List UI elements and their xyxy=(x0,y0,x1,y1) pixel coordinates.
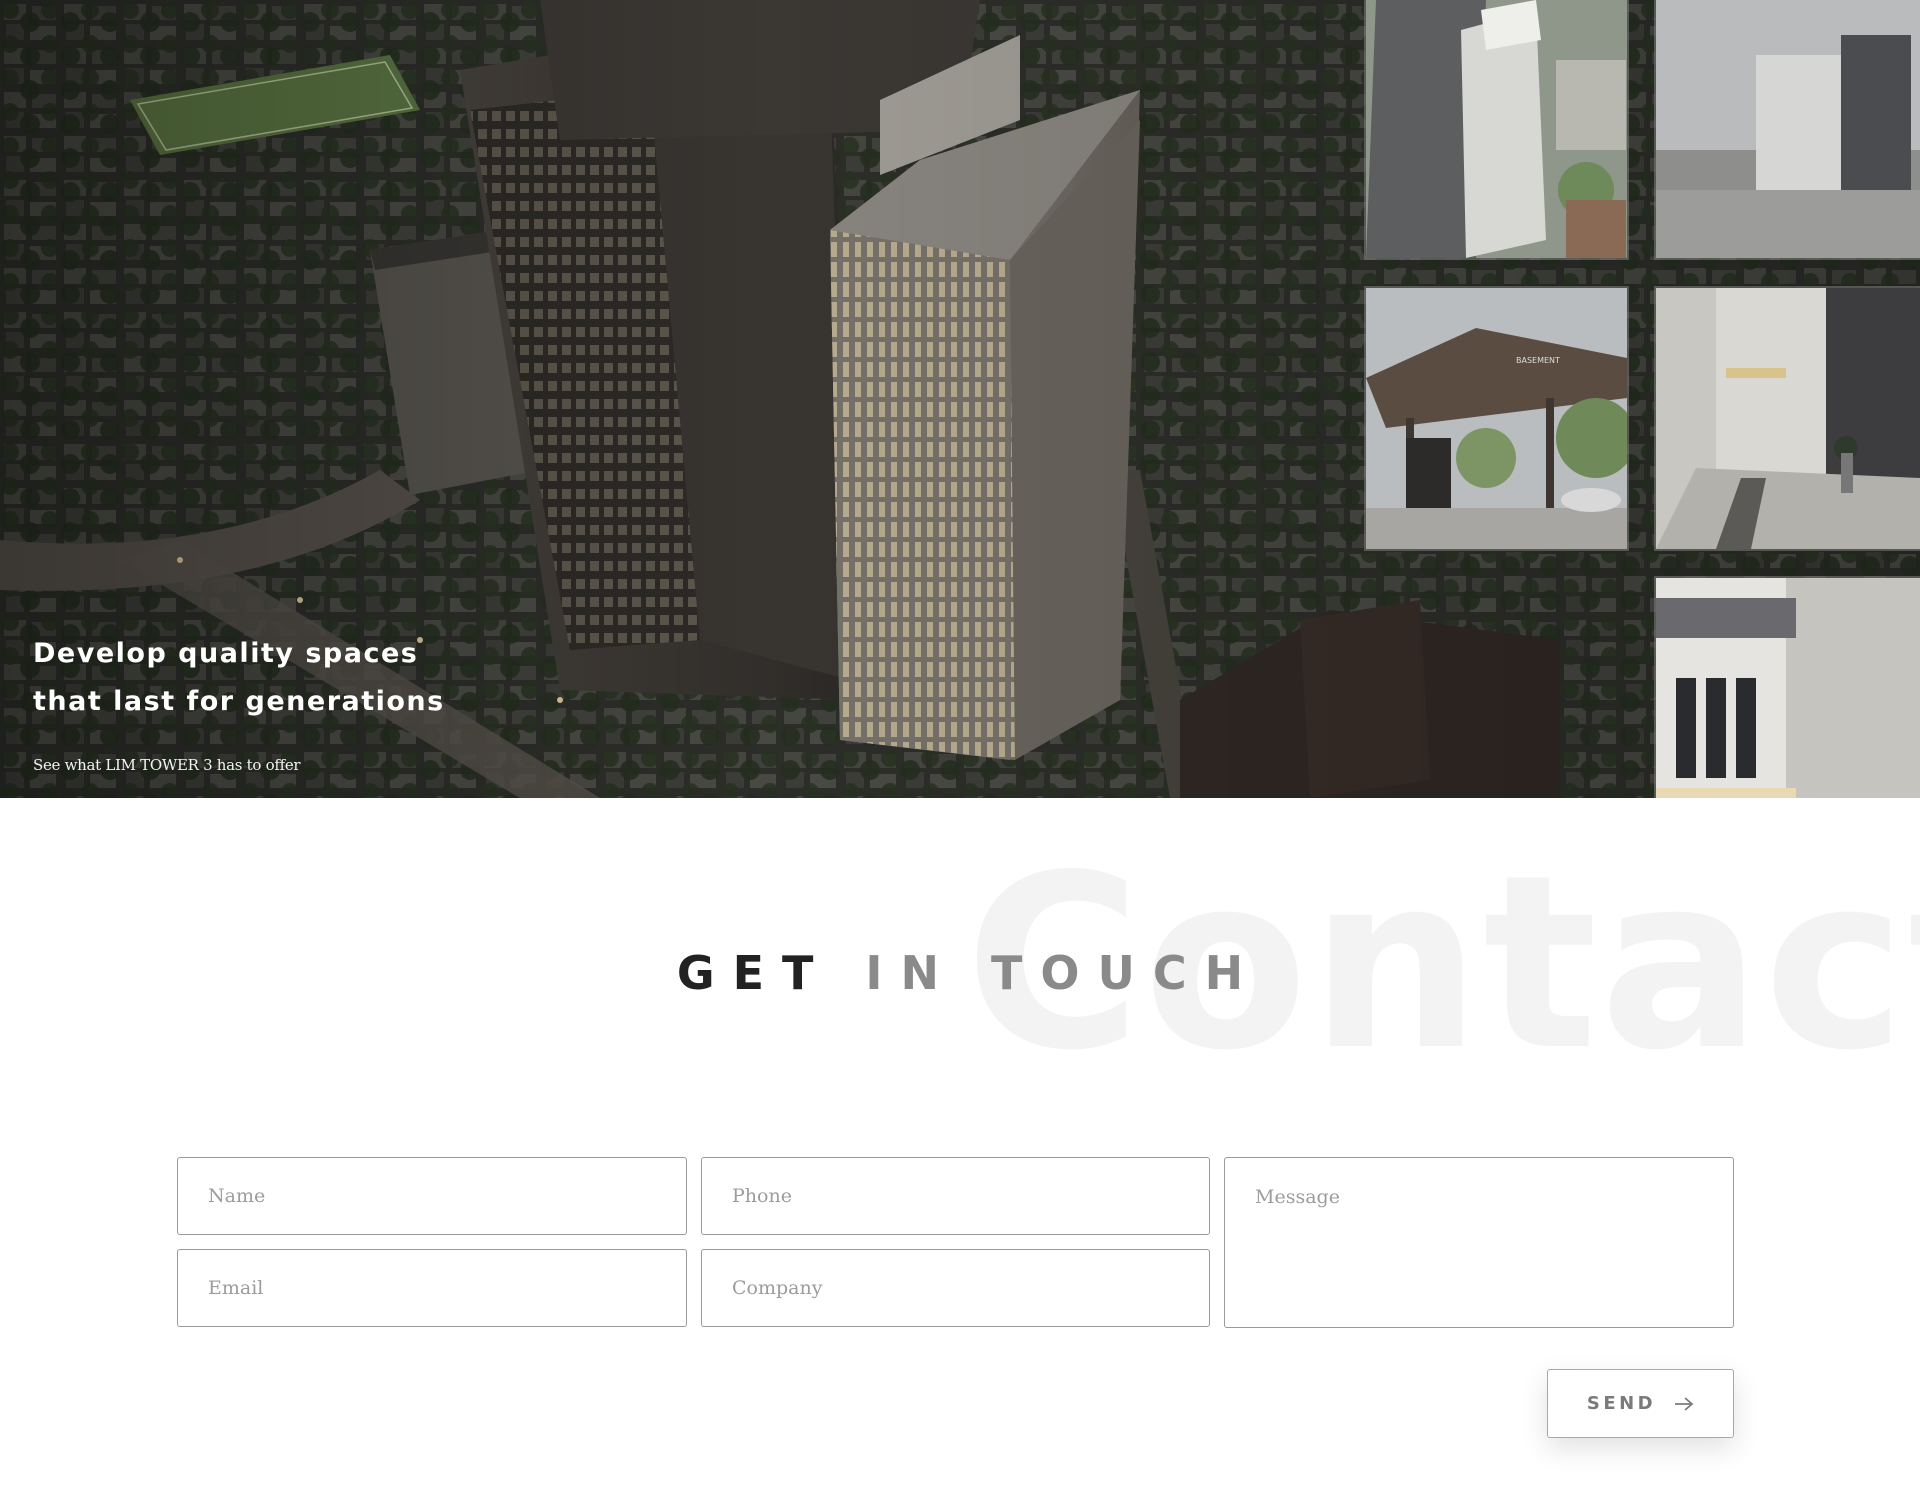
contact-section: Contact GET IN TOUCH SEND xyxy=(0,798,1920,1495)
thumbnail-entrance-canopy[interactable]: BASEMENT xyxy=(1364,286,1629,551)
hero-headline-line-2: that last for generations xyxy=(33,686,445,717)
contact-title: GET IN TOUCH xyxy=(0,950,1920,996)
hero-headline-line-1: Develop quality spaces xyxy=(33,638,419,669)
send-button[interactable]: SEND xyxy=(1547,1369,1734,1438)
name-field[interactable] xyxy=(177,1157,687,1235)
email-field[interactable] xyxy=(177,1249,687,1327)
arrow-right-icon xyxy=(1675,1396,1694,1411)
hero-section: Develop quality spaces that last for gen… xyxy=(0,0,1920,798)
thumbnail-walkway[interactable] xyxy=(1654,286,1920,551)
basement-sign-text: BASEMENT xyxy=(1516,356,1560,365)
hero-headline: Develop quality spaces that last for gen… xyxy=(33,630,445,726)
thumbnail-facade-corner[interactable] xyxy=(1654,576,1920,798)
contact-title-dark: GET xyxy=(676,946,832,1000)
company-field[interactable] xyxy=(701,1249,1210,1327)
send-button-label: SEND xyxy=(1586,1393,1657,1414)
message-field[interactable] xyxy=(1224,1157,1734,1328)
contact-title-light: IN TOUCH xyxy=(865,946,1262,1000)
thumbnail-aerial-day[interactable] xyxy=(1364,0,1629,260)
hero-subtext-link[interactable]: See what LIM TOWER 3 has to offer xyxy=(33,756,301,774)
thumbnail-skyline[interactable] xyxy=(1654,0,1920,260)
phone-field[interactable] xyxy=(701,1157,1210,1235)
